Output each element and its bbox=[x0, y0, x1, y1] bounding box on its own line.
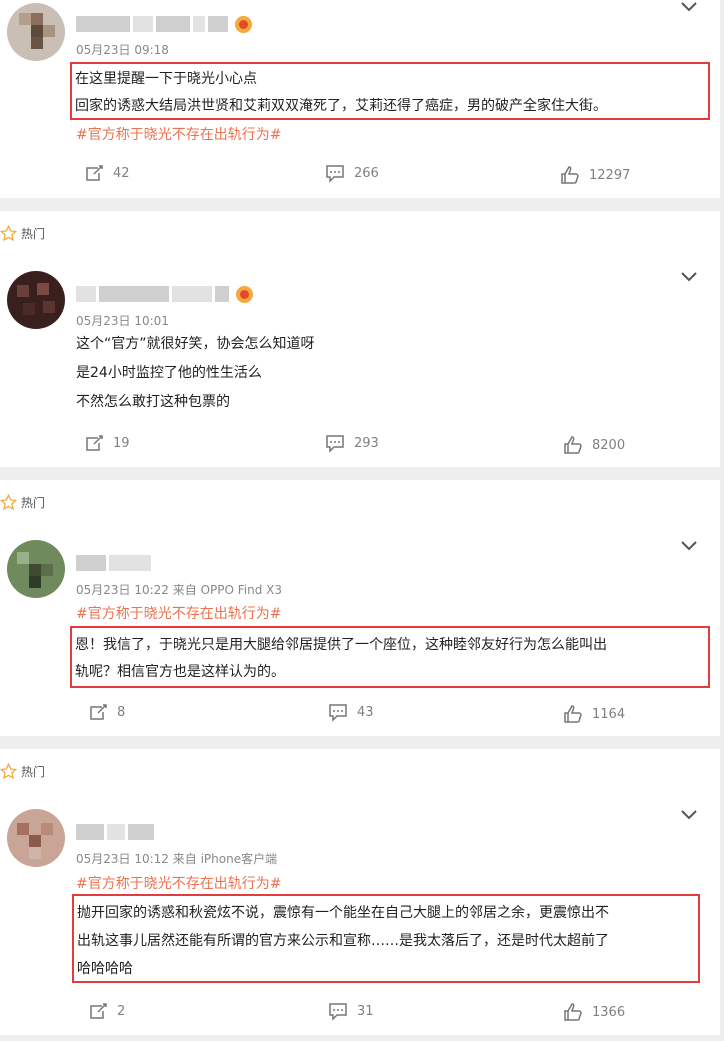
comment-text: 轨呢？相信官方也是这样认为的。 bbox=[75, 664, 285, 680]
like-count: 1164 bbox=[592, 706, 626, 722]
share-button[interactable]: 19 bbox=[84, 433, 130, 453]
hot-label: 热门 bbox=[0, 761, 45, 781]
comment-card: 热门 05月23日 10:01 这个“官方”就很好笑，协会怎么知道呀 是24小时… bbox=[0, 211, 720, 467]
star-icon bbox=[0, 762, 17, 779]
comment-text: 抛开回家的诱惑和秋瓷炫不说，震惊有一个能坐在自己大腿上的邻居之余，更震惊出不 bbox=[77, 905, 609, 921]
comment-count: 31 bbox=[357, 1003, 374, 1019]
like-count: 12297 bbox=[589, 167, 631, 183]
hot-label: 热门 bbox=[0, 492, 45, 512]
username[interactable] bbox=[76, 552, 154, 574]
like-button[interactable]: 1366 bbox=[563, 1002, 625, 1022]
comment-count: 266 bbox=[354, 165, 379, 181]
comment-text: 这个“官方”就很好笑，协会怎么知道呀 bbox=[76, 336, 315, 352]
highlight-box: 在这里提醒一下于晓光小心点 回家的诱惑大结局洪世贤和艾莉双双淹死了，艾莉还得了癌… bbox=[70, 62, 710, 120]
star-icon bbox=[0, 224, 17, 241]
comment-text: 恩！我信了，于晓光只是用大腿给邻居提供了一个座位，这种睦邻友好行为怎么能叫出 bbox=[75, 637, 607, 653]
avatar[interactable] bbox=[7, 3, 65, 61]
comment-text: 哈哈哈哈 bbox=[77, 961, 133, 977]
topic-link[interactable]: #官方称于晓光不存在出轨行为# bbox=[76, 873, 281, 893]
hot-label-text: 热门 bbox=[21, 764, 46, 779]
share-icon bbox=[86, 435, 103, 451]
avatar[interactable] bbox=[7, 271, 65, 329]
like-button[interactable]: 8200 bbox=[563, 435, 625, 455]
username[interactable] bbox=[76, 821, 157, 843]
chevron-down-icon[interactable] bbox=[680, 1, 698, 13]
like-icon bbox=[564, 1003, 582, 1021]
hot-label-text: 热门 bbox=[21, 495, 46, 510]
comment-text: 回家的诱惑大结局洪世贤和艾莉双双淹死了，艾莉还得了癌症，男的破产全家住大街。 bbox=[75, 98, 607, 114]
share-count: 8 bbox=[117, 704, 126, 720]
share-count: 42 bbox=[113, 165, 130, 181]
share-count: 19 bbox=[113, 435, 130, 451]
vip-badge-icon bbox=[236, 285, 253, 303]
comment-card: 05月23日 09:18 在这里提醒一下于晓光小心点 回家的诱惑大结局洪世贤和艾… bbox=[0, 0, 720, 198]
like-count: 8200 bbox=[592, 437, 626, 453]
comment-text: 出轨这事儿居然还能有所谓的官方来公示和宣称……是我太落后了，还是时代太超前了 bbox=[77, 933, 609, 949]
share-button[interactable]: 2 bbox=[88, 1001, 125, 1021]
share-button[interactable]: 42 bbox=[84, 163, 130, 183]
comment-count: 43 bbox=[357, 704, 374, 720]
comment-time: 05月23日 09:18 bbox=[76, 43, 169, 57]
comment-time: 05月23日 10:12 来自 iPhone客户端 bbox=[76, 852, 278, 866]
share-icon bbox=[90, 1003, 107, 1019]
share-count: 2 bbox=[117, 1003, 126, 1019]
like-icon bbox=[564, 436, 582, 454]
like-icon bbox=[564, 705, 582, 723]
comment-icon bbox=[326, 435, 344, 453]
username[interactable] bbox=[76, 283, 253, 305]
like-button[interactable]: 12297 bbox=[560, 165, 630, 185]
chevron-down-icon[interactable] bbox=[680, 540, 698, 552]
comment-icon bbox=[326, 165, 344, 183]
comment-button[interactable]: 31 bbox=[328, 1001, 374, 1021]
topic-link[interactable]: #官方称于晓光不存在出轨行为# bbox=[76, 124, 281, 144]
comment-button[interactable]: 293 bbox=[325, 433, 379, 453]
hot-label-text: 热门 bbox=[21, 226, 46, 241]
star-icon bbox=[0, 493, 17, 510]
chevron-down-icon[interactable] bbox=[680, 809, 698, 821]
username[interactable] bbox=[76, 13, 252, 35]
comment-time: 05月23日 10:01 bbox=[76, 314, 169, 328]
highlight-box: 抛开回家的诱惑和秋瓷炫不说，震惊有一个能坐在自己大腿上的邻居之余，更震惊出不 出… bbox=[72, 894, 700, 983]
comment-text: 在这里提醒一下于晓光小心点 bbox=[75, 71, 257, 87]
comment-text: 是24小时监控了他的性生活么 bbox=[76, 365, 262, 381]
chevron-down-icon[interactable] bbox=[680, 271, 698, 283]
comment-card: 热门 05月23日 10:22 来自 OPPO Find X3 #官方称于晓光不… bbox=[0, 480, 720, 736]
share-icon bbox=[90, 704, 107, 720]
avatar[interactable] bbox=[7, 540, 65, 598]
comment-count: 293 bbox=[354, 435, 379, 451]
comment-button[interactable]: 43 bbox=[328, 702, 374, 722]
comment-icon bbox=[329, 704, 347, 722]
like-count: 1366 bbox=[592, 1004, 626, 1020]
comment-icon bbox=[329, 1003, 347, 1021]
hot-label: 热门 bbox=[0, 223, 45, 243]
avatar[interactable] bbox=[7, 809, 65, 867]
topic-link[interactable]: #官方称于晓光不存在出轨行为# bbox=[76, 603, 281, 623]
vip-badge-icon bbox=[235, 15, 252, 33]
highlight-box: 恩！我信了，于晓光只是用大腿给邻居提供了一个座位，这种睦邻友好行为怎么能叫出 轨… bbox=[70, 626, 710, 688]
like-button[interactable]: 1164 bbox=[563, 704, 625, 724]
comment-text: 不然怎么敢打这种包票的 bbox=[76, 394, 230, 410]
comment-time: 05月23日 10:22 来自 OPPO Find X3 bbox=[76, 583, 282, 597]
share-icon bbox=[86, 165, 103, 181]
comment-card: 热门 05月23日 10:12 来自 iPhone客户端 #官方称于晓光不存在出… bbox=[0, 749, 720, 1035]
like-icon bbox=[561, 166, 579, 184]
share-button[interactable]: 8 bbox=[88, 702, 125, 722]
comment-button[interactable]: 266 bbox=[325, 163, 379, 183]
